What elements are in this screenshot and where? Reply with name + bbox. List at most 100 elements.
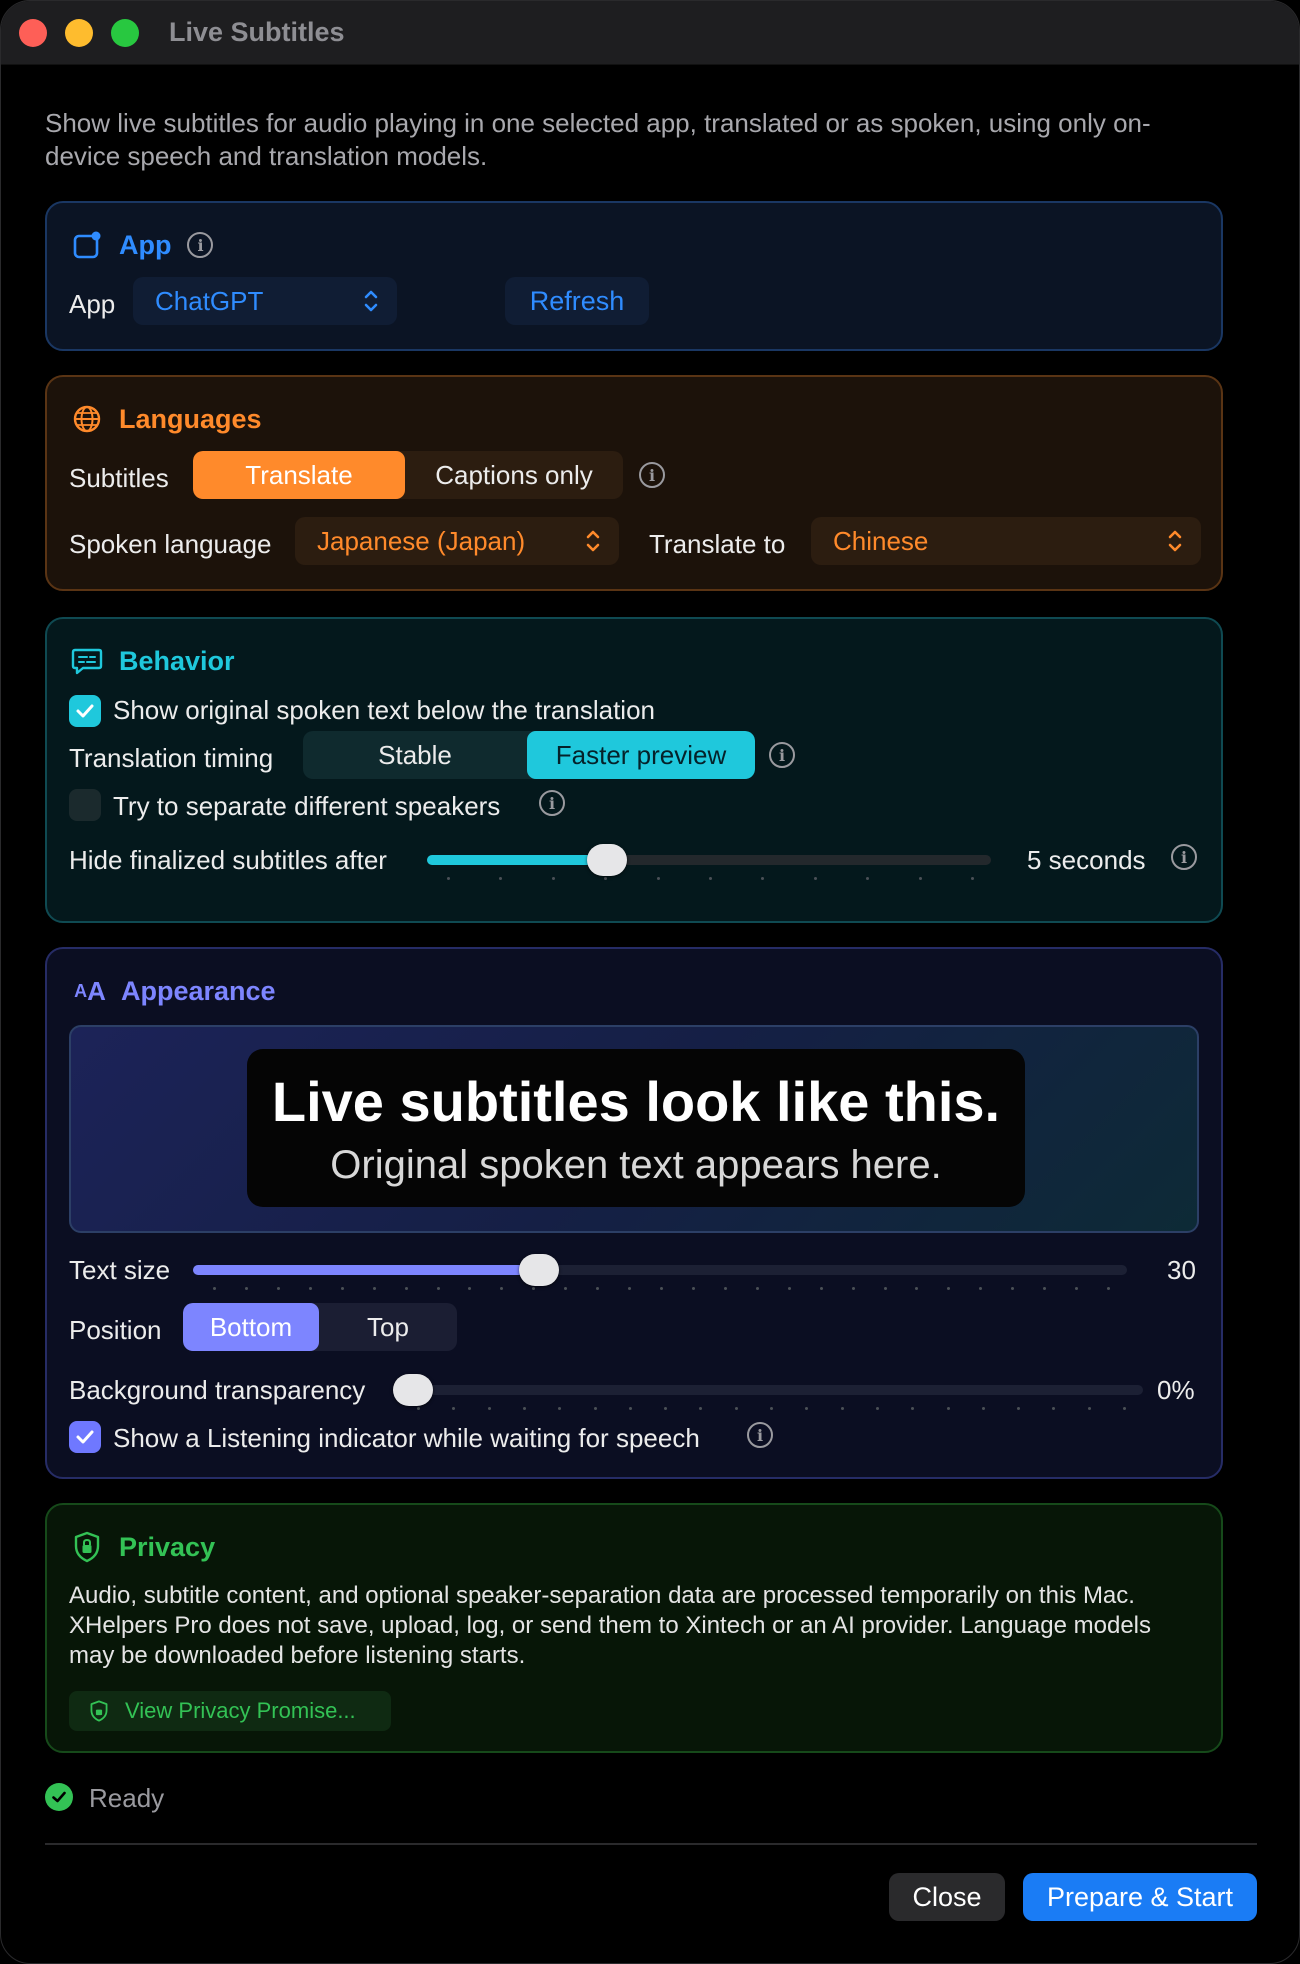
slider-tick <box>523 1407 526 1410</box>
intro-text: Show live subtitles for audio playing in… <box>45 108 1151 171</box>
hide-after-slider[interactable] <box>427 844 991 880</box>
close-window-button[interactable] <box>19 19 47 47</box>
chevron-updown-icon <box>1168 530 1182 552</box>
slider-tick <box>604 877 607 880</box>
info-icon[interactable]: i <box>539 790 565 816</box>
translate-to-select[interactable]: Chinese <box>811 517 1201 565</box>
title-bar: Live Subtitles <box>1 1 1299 65</box>
segment-faster-preview[interactable]: Faster preview <box>527 731 755 779</box>
slider-tick <box>979 1287 982 1290</box>
spoken-language-label: Spoken language <box>69 529 272 559</box>
slider-knob[interactable] <box>519 1254 559 1286</box>
slider-tick <box>447 877 450 880</box>
slider-tick <box>1107 1287 1110 1290</box>
appearance-card-header: AA Appearance <box>71 973 276 1009</box>
listening-indicator-checkbox[interactable] <box>69 1421 101 1453</box>
hide-after-label: Hide finalized subtitles after <box>69 845 387 875</box>
slider-tick <box>699 1407 702 1410</box>
spoken-language-select[interactable]: Japanese (Japan) <box>295 517 619 565</box>
text-size-icon: AA <box>74 975 106 1006</box>
slider-tick <box>373 1287 376 1290</box>
view-privacy-promise-button[interactable]: View Privacy Promise... <box>69 1691 391 1731</box>
segment-captions-only[interactable]: Captions only <box>405 451 623 499</box>
slider-tick <box>866 877 869 880</box>
zoom-window-button[interactable] <box>111 19 139 47</box>
slider-tick <box>971 877 974 880</box>
close-button[interactable]: Close <box>889 1873 1005 1921</box>
slider-tick <box>852 1287 855 1290</box>
slider-tick <box>1043 1287 1046 1290</box>
slider-tick <box>884 1287 887 1290</box>
segment-translate[interactable]: Translate <box>193 451 405 499</box>
slider-tick <box>709 877 712 880</box>
position-label: Position <box>69 1315 162 1345</box>
slider-knob[interactable] <box>393 1374 433 1406</box>
slider-tick <box>1088 1407 1091 1410</box>
shield-lock-icon <box>71 1531 103 1563</box>
slider-tick <box>532 1287 535 1290</box>
info-icon[interactable]: i <box>639 462 665 488</box>
slider-tick <box>660 1287 663 1290</box>
slider-tick <box>628 1287 631 1290</box>
status-text: Ready <box>89 1783 165 1813</box>
behavior-card-title: Behavior <box>119 645 235 676</box>
slider-tick <box>417 1407 420 1410</box>
slider-tick <box>629 1407 632 1410</box>
spoken-language-value: Japanese (Japan) <box>317 525 526 556</box>
segment-bottom[interactable]: Bottom <box>183 1303 319 1351</box>
slider-tick <box>814 877 817 880</box>
slider-tick <box>919 877 922 880</box>
slider-tick <box>213 1287 216 1290</box>
slider-tick <box>1052 1407 1055 1410</box>
appearance-card-title: Appearance <box>121 975 276 1006</box>
subtitles-mode-segmented: Translate Captions only <box>193 451 623 499</box>
slider-fill <box>427 855 607 865</box>
info-icon[interactable]: i <box>1171 844 1197 870</box>
app-window-icon <box>71 229 103 261</box>
slider-tick <box>770 1407 773 1410</box>
languages-card: Languages Subtitles Translate Captions o… <box>45 375 1223 591</box>
appearance-card: AA Appearance Live subtitles look like t… <box>45 947 1223 1479</box>
refresh-button[interactable]: Refresh <box>505 277 649 325</box>
minimize-window-button[interactable] <box>65 19 93 47</box>
bg-transparency-slider[interactable] <box>393 1374 1143 1410</box>
slider-tick <box>692 1287 695 1290</box>
info-icon[interactable]: i <box>187 232 214 258</box>
privacy-card-title: Privacy <box>119 1531 216 1562</box>
info-icon[interactable]: i <box>769 742 795 768</box>
slider-tick <box>664 1407 667 1410</box>
info-icon[interactable]: i <box>747 1422 773 1448</box>
listening-indicator-label: Show a Listening indicator while waiting… <box>113 1423 700 1453</box>
show-original-label: Show original spoken text below the tran… <box>113 695 655 725</box>
slider-tick <box>468 1287 471 1290</box>
slider-tick <box>1123 1407 1126 1410</box>
slider-tick <box>911 1407 914 1410</box>
slider-tick <box>594 1407 597 1410</box>
slider-tick <box>341 1287 344 1290</box>
subtitles-bubble-icon <box>71 645 103 677</box>
slider-tick <box>500 1287 503 1290</box>
slider-tick <box>657 877 660 880</box>
languages-card-title: Languages <box>119 403 262 434</box>
app-select-value: ChatGPT <box>155 285 264 316</box>
translation-timing-segmented: Stable Faster preview <box>303 731 755 779</box>
segment-stable[interactable]: Stable <box>303 731 527 779</box>
separate-speakers-checkbox[interactable] <box>69 789 101 821</box>
app-label: App <box>69 289 116 319</box>
text-size-slider[interactable] <box>193 1254 1127 1290</box>
shield-lock-icon <box>90 1700 108 1722</box>
prepare-start-button[interactable]: Prepare & Start <box>1023 1873 1257 1921</box>
text-size-value: 30 <box>1167 1255 1196 1285</box>
slider-tick <box>1017 1407 1020 1410</box>
slider-tick <box>552 877 555 880</box>
position-segmented: Bottom Top <box>183 1303 457 1351</box>
slider-tick <box>724 1287 727 1290</box>
segment-top[interactable]: Top <box>319 1303 457 1351</box>
slider-fill <box>193 1265 539 1275</box>
bg-transparency-value: 0% <box>1157 1375 1195 1405</box>
slider-knob[interactable] <box>587 844 627 876</box>
slider-tick <box>309 1287 312 1290</box>
show-original-checkbox[interactable] <box>69 695 101 727</box>
app-select[interactable]: ChatGPT <box>133 277 397 325</box>
subtitles-label: Subtitles <box>69 463 169 493</box>
